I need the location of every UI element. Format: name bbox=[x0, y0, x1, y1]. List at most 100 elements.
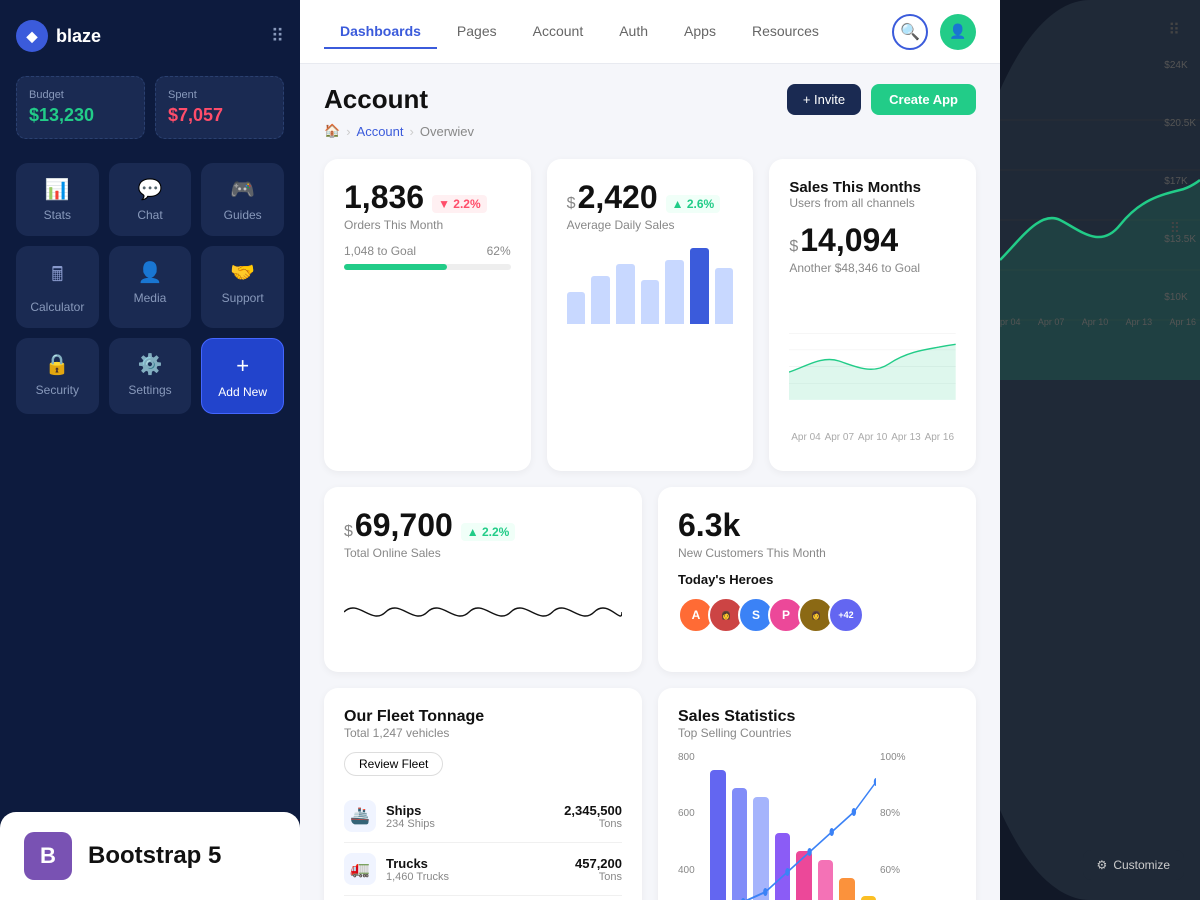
orders-progress: 1,048 to Goal 62% bbox=[344, 244, 511, 270]
x-label-2: Apr 07 bbox=[825, 432, 854, 443]
ships-desc: 234 Ships bbox=[386, 818, 435, 830]
right-x-apr4: Apr 04 bbox=[1000, 317, 1021, 327]
bar-1 bbox=[567, 292, 586, 324]
budget-label: Budget bbox=[29, 89, 132, 101]
fleet-title: Our Fleet Tonnage bbox=[344, 708, 622, 726]
ships-name: Ships bbox=[386, 803, 435, 818]
tab-apps[interactable]: Apps bbox=[668, 15, 732, 49]
progress-bar-track bbox=[344, 264, 511, 270]
breadcrumb-home[interactable]: 🏠 bbox=[324, 123, 340, 139]
right-x-apr16: Apr 16 bbox=[1169, 317, 1196, 327]
tab-auth[interactable]: Auth bbox=[603, 15, 664, 49]
customize-button[interactable]: ⚙ Customize bbox=[1083, 850, 1184, 880]
new-customers-label: New Customers This Month bbox=[678, 546, 956, 560]
top-nav: Dashboards Pages Account Auth Apps Resou… bbox=[300, 0, 1000, 64]
orders-goal-pct: 62% bbox=[487, 244, 511, 258]
pct-label-80: 80% bbox=[880, 808, 956, 819]
bootstrap-icon: B bbox=[24, 832, 72, 880]
daily-sales-chart bbox=[567, 244, 734, 324]
y-label-600: 600 bbox=[678, 808, 706, 819]
bar-5 bbox=[665, 260, 684, 324]
page-content: Account + Invite Create App 🏠 › Account … bbox=[300, 64, 1000, 900]
nav-item-calculator[interactable]: 🖩 Calculator bbox=[16, 246, 99, 328]
y-label-400: 400 bbox=[678, 865, 706, 876]
budget-value: $13,230 bbox=[29, 105, 132, 126]
nav-item-media[interactable]: 👤 Media bbox=[109, 246, 192, 328]
nav-item-settings[interactable]: ⚙️ Settings bbox=[109, 338, 192, 414]
menu-icon[interactable]: ⠿ bbox=[271, 26, 284, 47]
total-online-value: 69,700 bbox=[355, 507, 453, 544]
tab-resources[interactable]: Resources bbox=[736, 15, 835, 49]
nav-item-stats[interactable]: 📊 Stats bbox=[16, 163, 99, 236]
dots-icon-2: ⠿ bbox=[1170, 220, 1180, 237]
heroes-label: Today's Heroes bbox=[678, 572, 956, 587]
fleet-row-ships: 🚢 Ships 234 Ships 2,345,500 Tons bbox=[344, 790, 622, 843]
security-icon: 🔒 bbox=[45, 352, 70, 377]
nav-label-security: Security bbox=[36, 383, 79, 397]
orders-goal-text: 1,048 to Goal bbox=[344, 244, 416, 258]
notification-button[interactable]: 👤 bbox=[940, 14, 976, 50]
review-fleet-button[interactable]: Review Fleet bbox=[344, 752, 443, 776]
daily-sales-label: Average Daily Sales bbox=[567, 218, 734, 232]
total-online-card: $ 69,700 ▲ 2.2% Total Online Sales bbox=[324, 487, 642, 672]
media-icon: 👤 bbox=[138, 260, 163, 285]
search-button[interactable]: 🔍 bbox=[892, 14, 928, 50]
chat-icon: 💬 bbox=[138, 177, 163, 202]
nav-item-add-new[interactable]: + Add New bbox=[201, 338, 284, 414]
nav-item-chat[interactable]: 💬 Chat bbox=[109, 163, 192, 236]
sales-month-value: 14,094 bbox=[800, 222, 898, 259]
breadcrumb-account[interactable]: Account bbox=[357, 124, 404, 139]
nav-label-settings: Settings bbox=[128, 383, 171, 397]
tab-dashboards[interactable]: Dashboards bbox=[324, 15, 437, 49]
trucks-icon: 🚛 bbox=[344, 853, 376, 885]
right-panel: ⠿ $24K $20.5K $17K $13.5K $10K Apr 04 Ap… bbox=[1000, 0, 1200, 900]
right-axis-24k: $24K bbox=[1164, 60, 1196, 71]
customize-label: Customize bbox=[1113, 858, 1170, 872]
trucks-desc: 1,460 Trucks bbox=[386, 871, 449, 883]
nav-item-support[interactable]: 🤝 Support bbox=[201, 246, 284, 328]
customize-icon: ⚙ bbox=[1097, 858, 1108, 872]
x-label-3: Apr 10 bbox=[858, 432, 887, 443]
y-label-800: 800 bbox=[678, 752, 706, 763]
stats-row-1: 1,836 ▼ 2.2% Orders This Month 1,048 to … bbox=[324, 159, 976, 471]
wave-chart bbox=[344, 572, 622, 652]
create-app-button[interactable]: Create App bbox=[871, 84, 976, 115]
budget-cards: Budget $13,230 Spent $7,057 bbox=[16, 76, 284, 139]
fleet-subtitle: Total 1,247 vehicles bbox=[344, 726, 622, 740]
bar-6 bbox=[690, 248, 709, 324]
nav-grid: 📊 Stats 💬 Chat 🎮 Guides 🖩 Calculator 👤 M… bbox=[16, 163, 284, 414]
panel-dots: ⠿ bbox=[1168, 20, 1180, 40]
sales-stats-subtitle: Top Selling Countries bbox=[678, 726, 956, 740]
right-axis-17k: $17K bbox=[1164, 176, 1196, 187]
right-axis-20k: $20.5K bbox=[1164, 118, 1196, 129]
ships-unit: Tons bbox=[564, 818, 622, 830]
nav-item-guides[interactable]: 🎮 Guides bbox=[201, 163, 284, 236]
total-online-badge: ▲ 2.2% bbox=[461, 523, 516, 541]
support-icon: 🤝 bbox=[230, 260, 255, 285]
heroes-avatars: A 👩 S P 👩 +42 bbox=[678, 597, 956, 633]
tab-account[interactable]: Account bbox=[517, 15, 600, 49]
sidebar: ◆ blaze ⠿ Budget $13,230 Spent $7,057 📊 … bbox=[0, 0, 300, 900]
sales-stats-title: Sales Statistics bbox=[678, 708, 956, 726]
spent-label: Spent bbox=[168, 89, 271, 101]
bar-4 bbox=[641, 280, 660, 324]
bar-3 bbox=[616, 264, 635, 324]
stats-row-2: $ 69,700 ▲ 2.2% Total Online Sales 6.3k … bbox=[324, 487, 976, 672]
nav-label-add-new: Add New bbox=[218, 385, 267, 399]
nav-item-security[interactable]: 🔒 Security bbox=[16, 338, 99, 414]
fleet-row-trucks: 🚛 Trucks 1,460 Trucks 457,200 Tons bbox=[344, 843, 622, 896]
fleet-row-planes: ✈️ Planes 8 Aircrafts 1,240 Tons bbox=[344, 896, 622, 900]
trucks-value: 457,200 bbox=[575, 856, 622, 871]
tab-pages[interactable]: Pages bbox=[441, 15, 513, 49]
page-header: Account + Invite Create App bbox=[324, 84, 976, 115]
x-label-1: Apr 04 bbox=[791, 432, 820, 443]
main-content: Dashboards Pages Account Auth Apps Resou… bbox=[300, 0, 1000, 900]
fleet-card: Our Fleet Tonnage Total 1,247 vehicles R… bbox=[324, 688, 642, 900]
stats-icon: 📊 bbox=[45, 177, 70, 202]
new-customers-card: 6.3k New Customers This Month Today's He… bbox=[658, 487, 976, 672]
invite-button[interactable]: + Invite bbox=[787, 84, 861, 115]
right-axis-10k: $10K bbox=[1164, 292, 1196, 303]
trucks-name: Trucks bbox=[386, 856, 449, 871]
spent-card: Spent $7,057 bbox=[155, 76, 284, 139]
sales-month-card: Sales This Months Users from all channel… bbox=[769, 159, 976, 471]
